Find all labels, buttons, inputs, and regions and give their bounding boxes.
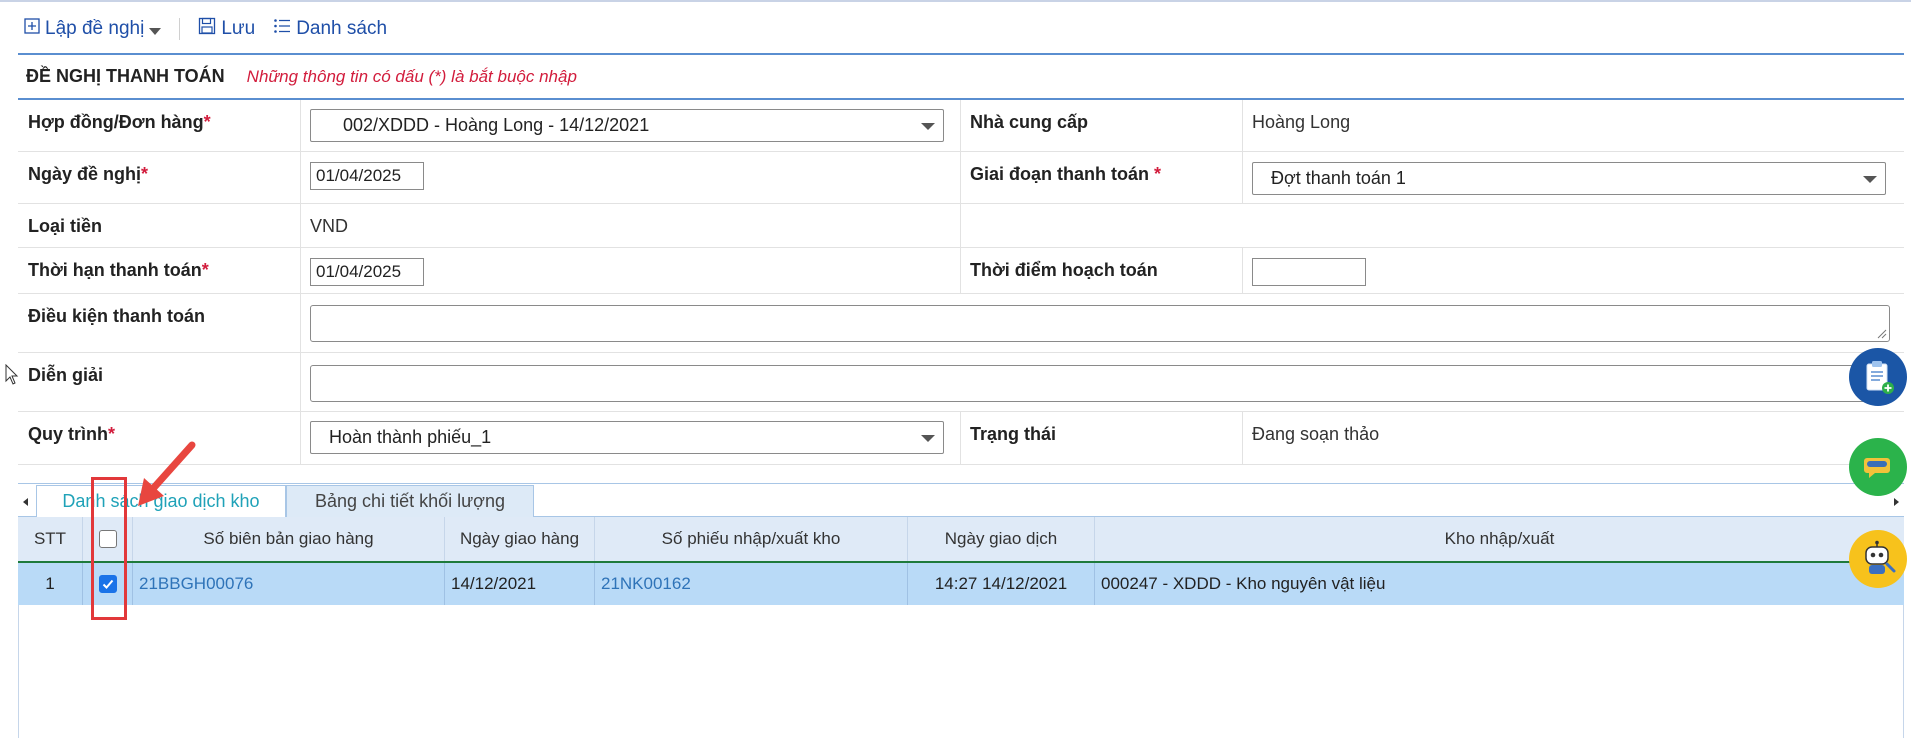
form-row-request-date: Ngày đề nghị* 01/04/2025 Giai đoạn thanh… bbox=[18, 152, 1904, 204]
col-header-transaction-date: Ngày giao dịch bbox=[908, 517, 1095, 561]
form-row-currency: Loại tiền VND bbox=[18, 204, 1904, 248]
table-row[interactable]: 1 21BBGH00076 14/12/2021 21NK00162 14:27… bbox=[18, 563, 1904, 605]
save-button[interactable]: Lưu bbox=[198, 17, 255, 41]
request-date-label: Ngày đề nghị* bbox=[28, 164, 149, 184]
form-row-description: Diễn giải bbox=[18, 353, 1904, 412]
accounting-time-label: Thời điểm hoạch toán bbox=[970, 260, 1158, 280]
plus-box-icon bbox=[24, 18, 40, 40]
robot-icon bbox=[1865, 540, 1896, 574]
save-icon bbox=[198, 17, 216, 41]
currency-label: Loại tiền bbox=[28, 216, 103, 236]
col-divider bbox=[960, 204, 961, 247]
list-button[interactable]: Danh sách bbox=[273, 17, 387, 41]
chevron-down-icon bbox=[921, 435, 935, 442]
payment-deadline-label: Thời hạn thanh toán* bbox=[28, 260, 209, 280]
create-request-label: Lập đề nghị bbox=[45, 18, 145, 39]
col-divider bbox=[960, 152, 961, 203]
mouse-cursor-icon bbox=[5, 364, 19, 385]
col-header-delivery-date: Ngày giao hàng bbox=[445, 517, 595, 561]
workflow-label: Quy trình* bbox=[28, 424, 116, 444]
form-header: ĐỀ NGHỊ THANH TOÁN Những thông tin có dấ… bbox=[26, 66, 577, 87]
col-divider bbox=[960, 100, 961, 151]
col-header-delivery-record: Số biên bản giao hàng bbox=[133, 517, 445, 561]
chat-fab[interactable] bbox=[1849, 438, 1907, 496]
col-header-warehouse: Kho nhập/xuất bbox=[1444, 529, 1555, 548]
contract-label: Hợp đồng/Đơn hàng* bbox=[28, 112, 211, 132]
form-row-payment-terms: Điều kiện thanh toán bbox=[18, 294, 1904, 353]
workflow-value: Hoàn thành phiếu_1 bbox=[329, 427, 492, 447]
col-divider bbox=[1242, 412, 1243, 464]
description-label: Diễn giải bbox=[28, 365, 104, 385]
chevron-down-icon bbox=[921, 123, 935, 130]
toolbar: Lập đề nghị Lưu Danh sách bbox=[24, 14, 387, 44]
clipboard-add-icon bbox=[1866, 361, 1894, 394]
payment-deadline-input[interactable]: 01/04/2025 bbox=[310, 258, 424, 286]
assistant-bot-fab[interactable] bbox=[1849, 530, 1907, 588]
col-divider bbox=[300, 353, 301, 411]
cell-transaction-date: 14:27 14/12/2021 bbox=[908, 563, 1095, 605]
page-title: ĐỀ NGHỊ THANH TOÁN bbox=[26, 66, 225, 86]
contract-select[interactable]: 002/XDDD - Hoàng Long - 14/12/2021 bbox=[310, 109, 944, 142]
status-value: Đang soạn thảo bbox=[1252, 424, 1380, 444]
col-divider bbox=[960, 412, 961, 464]
payment-terms-label: Điều kiện thanh toán bbox=[28, 306, 206, 326]
resize-handle-icon[interactable] bbox=[1875, 327, 1887, 339]
cell-warehouse: 000247 - XDDD - Kho nguyên vật liệu bbox=[1101, 574, 1386, 593]
col-divider bbox=[300, 294, 301, 352]
toolbar-divider bbox=[179, 18, 181, 40]
col-header-stt: STT bbox=[18, 517, 83, 561]
supplier-value: Hoàng Long bbox=[1252, 112, 1351, 132]
col-divider bbox=[1242, 248, 1243, 293]
form-row-payment-deadline: Thời hạn thanh toán* 01/04/2025 Thời điể… bbox=[18, 248, 1904, 294]
create-request-button[interactable]: Lập đề nghị bbox=[24, 18, 162, 40]
tab-volume-details[interactable]: Bảng chi tiết khối lượng bbox=[286, 485, 534, 517]
required-note: Những thông tin có dấu (*) là bắt buộc n… bbox=[246, 67, 577, 86]
supplier-label: Nhà cung cấp bbox=[970, 112, 1089, 132]
col-divider bbox=[300, 412, 301, 464]
chevron-down-icon bbox=[1863, 176, 1877, 183]
contract-value: 002/XDDD - Hoàng Long - 14/12/2021 bbox=[343, 115, 650, 135]
col-divider bbox=[960, 248, 961, 293]
description-input[interactable] bbox=[310, 365, 1890, 402]
cell-delivery-record-link[interactable]: 21BBGH00076 bbox=[133, 563, 445, 605]
cell-stt: 1 bbox=[18, 563, 83, 605]
request-date-input[interactable]: 01/04/2025 bbox=[310, 162, 424, 190]
payment-phase-select[interactable]: Đợt thanh toán 1 bbox=[1252, 162, 1886, 195]
accounting-time-input[interactable] bbox=[1252, 258, 1366, 286]
cell-delivery-date: 14/12/2021 bbox=[445, 563, 595, 605]
col-divider bbox=[300, 152, 301, 203]
chevron-down-icon[interactable] bbox=[149, 27, 162, 35]
currency-value: VND bbox=[310, 216, 349, 236]
grid-empty-area bbox=[18, 605, 1904, 738]
form-row-workflow: Quy trình* Hoàn thành phiếu_1 Trạng thái… bbox=[18, 412, 1904, 465]
col-header-warehouse-slip: Số phiếu nhập/xuất kho bbox=[595, 517, 908, 561]
tab-bar: Danh sách giao dịch kho Bảng chi tiết kh… bbox=[18, 483, 1904, 517]
cell-warehouse-slip-link[interactable]: 21NK00162 bbox=[595, 563, 908, 605]
workflow-select[interactable]: Hoàn thành phiếu_1 bbox=[310, 421, 944, 454]
payment-phase-value: Đợt thanh toán 1 bbox=[1271, 168, 1406, 188]
list-label: Danh sách bbox=[296, 18, 388, 39]
col-divider bbox=[1242, 100, 1243, 151]
grid-header: STT Số biên bản giao hàng Ngày giao hàng… bbox=[18, 517, 1904, 563]
list-icon bbox=[273, 17, 291, 41]
payment-terms-textarea[interactable] bbox=[310, 305, 1890, 342]
toolbar-divider-line bbox=[18, 53, 1904, 55]
form-row-contract: Hợp đồng/Đơn hàng* 002/XDDD - Hoàng Long… bbox=[18, 100, 1904, 152]
payment-phase-label: Giai đoạn thanh toán * bbox=[970, 164, 1162, 184]
tab-scroll-right-icon[interactable] bbox=[1888, 492, 1904, 512]
col-divider bbox=[1242, 152, 1243, 203]
status-label: Trạng thái bbox=[970, 424, 1057, 444]
top-border bbox=[0, 0, 1911, 2]
add-clipboard-fab[interactable] bbox=[1849, 348, 1907, 406]
tab-scroll-left-icon[interactable] bbox=[18, 492, 34, 512]
col-divider bbox=[300, 204, 301, 247]
save-label: Lưu bbox=[221, 18, 256, 39]
annotation-highlight-box bbox=[91, 477, 127, 620]
col-divider bbox=[300, 100, 301, 151]
col-divider bbox=[300, 248, 301, 293]
annotation-arrow-icon bbox=[138, 441, 196, 506]
chat-bubble-icon bbox=[1864, 458, 1890, 478]
